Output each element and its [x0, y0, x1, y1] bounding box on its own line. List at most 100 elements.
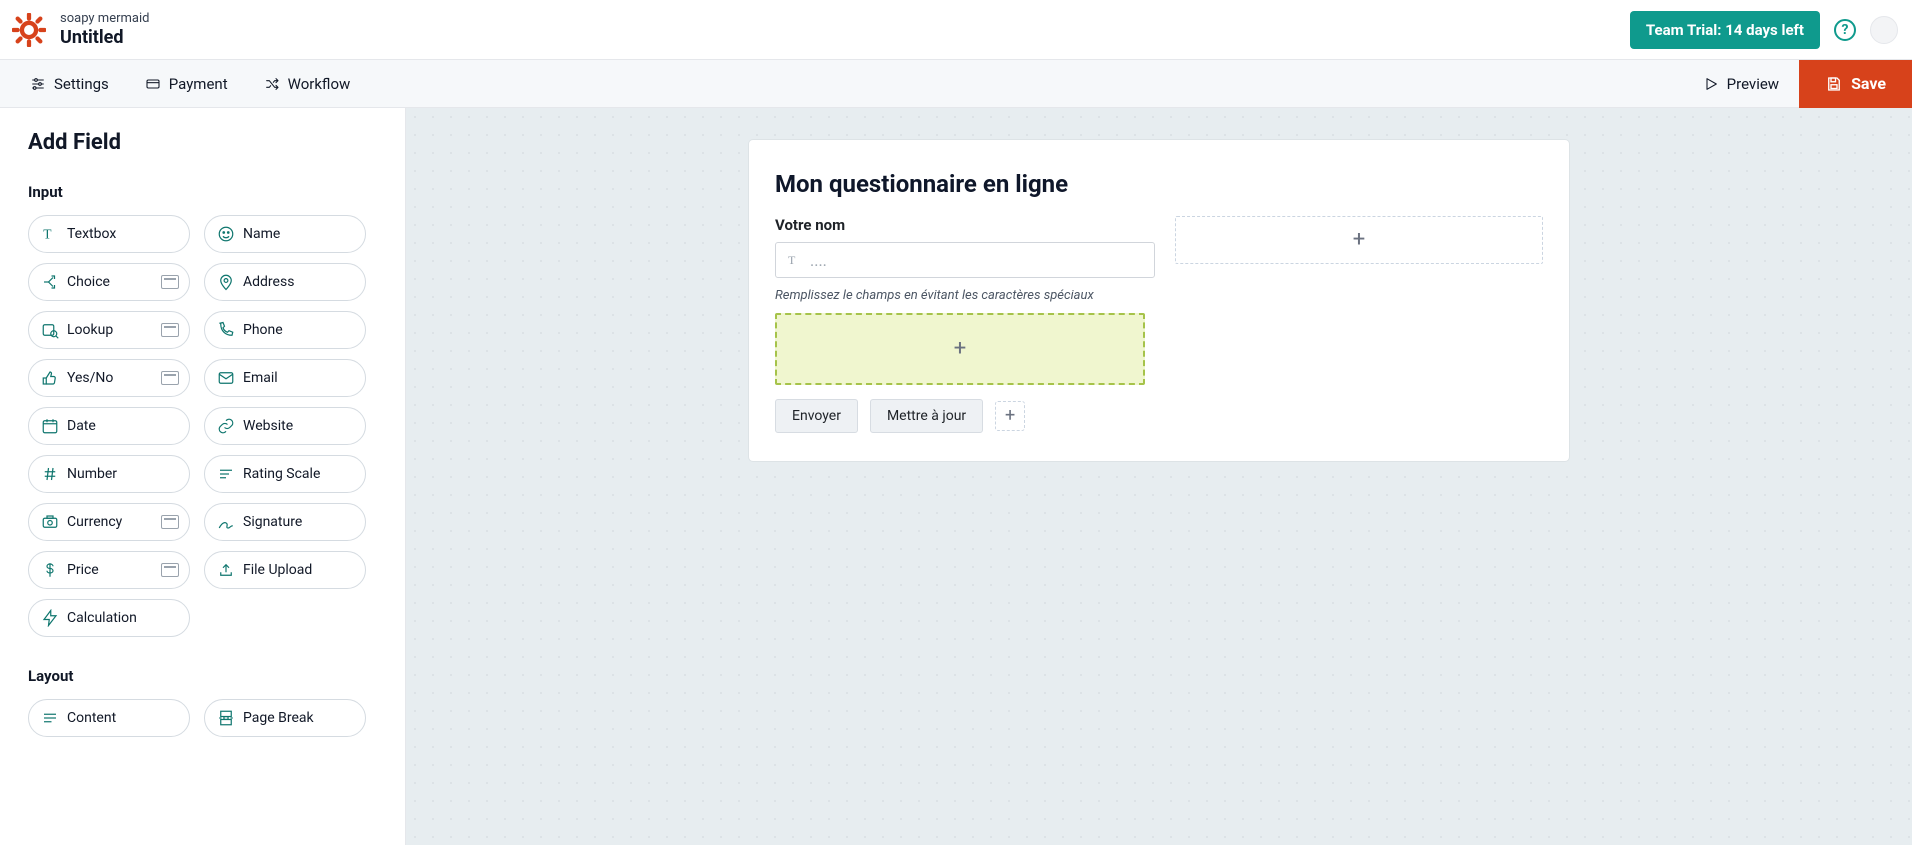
field-website-label: Website: [243, 418, 355, 434]
calendar-icon: [41, 417, 59, 435]
phone-icon: [217, 321, 235, 339]
avatar[interactable]: [1870, 16, 1898, 44]
payment-tab[interactable]: Payment: [127, 75, 246, 93]
field-email[interactable]: Email: [204, 359, 366, 397]
field-choice[interactable]: Choice: [28, 263, 190, 301]
smile-icon: [217, 225, 235, 243]
app-logo: [12, 13, 46, 47]
form-field-votre-nom[interactable]: Votre nom T .... Remplissez le champs en…: [775, 216, 1155, 303]
workspace-name[interactable]: soapy mermaid: [60, 11, 149, 27]
camera-icon: [41, 513, 59, 531]
sliders-icon: [30, 76, 46, 92]
workflow-tab[interactable]: Workflow: [246, 75, 369, 93]
card-indicator-icon: [161, 371, 179, 385]
field-price[interactable]: Price: [28, 551, 190, 589]
titles: soapy mermaid Untitled: [60, 11, 149, 48]
field-lookup[interactable]: Lookup: [28, 311, 190, 349]
form-title[interactable]: Untitled: [60, 27, 149, 49]
field-content-label: Content: [67, 710, 179, 726]
preview-button[interactable]: Preview: [1683, 75, 1799, 93]
field-pagebreak-label: Page Break: [243, 710, 355, 726]
field-name-label: Name: [243, 226, 355, 242]
card-indicator-icon: [161, 563, 179, 577]
sidebar: Add Field Input T Textbox Name Choice Ad…: [0, 108, 406, 845]
field-signature[interactable]: Signature: [204, 503, 366, 541]
field-number[interactable]: Number: [28, 455, 190, 493]
form-title-heading[interactable]: Mon questionnaire en ligne: [775, 170, 1543, 198]
svg-text:T: T: [788, 253, 796, 267]
drop-zone-right[interactable]: +: [1175, 216, 1543, 264]
save-button[interactable]: Save: [1799, 60, 1912, 108]
group-input-label: Input: [28, 183, 377, 201]
field-address-label: Address: [243, 274, 355, 290]
hash-icon: [41, 465, 59, 483]
field-calculation-label: Calculation: [67, 610, 179, 626]
group-layout-label: Layout: [28, 667, 377, 685]
pen-icon: [217, 513, 235, 531]
canvas[interactable]: Mon questionnaire en ligne Votre nom T .…: [406, 108, 1912, 845]
field-date[interactable]: Date: [28, 407, 190, 445]
plus-icon: +: [1005, 407, 1015, 425]
plus-icon: +: [1353, 229, 1365, 251]
settings-tab[interactable]: Settings: [12, 75, 127, 93]
field-website[interactable]: Website: [204, 407, 366, 445]
workflow-label: Workflow: [288, 75, 351, 93]
field-fileupload[interactable]: File Upload: [204, 551, 366, 589]
field-phone-label: Phone: [243, 322, 355, 338]
update-button[interactable]: Mettre à jour: [870, 399, 983, 433]
lookup-icon: [41, 321, 59, 339]
trial-button[interactable]: Team Trial: 14 days left: [1630, 11, 1820, 49]
preview-label: Preview: [1727, 75, 1779, 93]
thumb-icon: [41, 369, 59, 387]
mail-icon: [217, 369, 235, 387]
field-currency-label: Currency: [67, 514, 153, 530]
form-card: Mon questionnaire en ligne Votre nom T .…: [749, 140, 1569, 461]
shuffle-icon: [264, 76, 280, 92]
add-field-heading: Add Field: [28, 130, 377, 155]
drop-zone-below-selected[interactable]: +: [775, 313, 1145, 385]
card-indicator-icon: [161, 275, 179, 289]
topbar: soapy mermaid Untitled Team Trial: 14 da…: [0, 0, 1912, 60]
field-hint: Remplissez le champs en évitant les cara…: [775, 288, 1155, 303]
field-content[interactable]: Content: [28, 699, 190, 737]
dollar-icon: [41, 561, 59, 579]
pagebreak-icon: [217, 709, 235, 727]
text-input[interactable]: T ....: [775, 242, 1155, 278]
field-calculation[interactable]: Calculation: [28, 599, 190, 637]
field-rating[interactable]: Rating Scale: [204, 455, 366, 493]
bars-icon: [217, 465, 235, 483]
card-icon: [145, 76, 161, 92]
field-price-label: Price: [67, 562, 153, 578]
bolt-icon: [41, 609, 59, 627]
plus-icon: +: [954, 338, 966, 360]
field-yesno[interactable]: Yes/No: [28, 359, 190, 397]
card-indicator-icon: [161, 323, 179, 337]
field-choice-label: Choice: [67, 274, 153, 290]
field-currency[interactable]: Currency: [28, 503, 190, 541]
text-icon: T: [41, 225, 59, 243]
settings-label: Settings: [54, 75, 109, 93]
field-number-label: Number: [67, 466, 179, 482]
help-icon[interactable]: ?: [1834, 19, 1856, 41]
field-textbox[interactable]: T Textbox: [28, 215, 190, 253]
field-date-label: Date: [67, 418, 179, 434]
save-label: Save: [1851, 74, 1886, 93]
field-fileupload-label: File Upload: [243, 562, 355, 578]
submit-button[interactable]: Envoyer: [775, 399, 858, 433]
field-signature-label: Signature: [243, 514, 355, 530]
payment-label: Payment: [169, 75, 228, 93]
field-email-label: Email: [243, 370, 355, 386]
field-phone[interactable]: Phone: [204, 311, 366, 349]
field-name[interactable]: Name: [204, 215, 366, 253]
card-indicator-icon: [161, 515, 179, 529]
field-lookup-label: Lookup: [67, 322, 153, 338]
svg-text:T: T: [43, 227, 52, 242]
toolbar: Settings Payment Workflow Preview Save: [0, 60, 1912, 108]
lines-icon: [41, 709, 59, 727]
field-address[interactable]: Address: [204, 263, 366, 301]
add-button-square[interactable]: +: [995, 401, 1025, 431]
field-pagebreak[interactable]: Page Break: [204, 699, 366, 737]
save-icon: [1825, 75, 1843, 93]
text-input-placeholder: ....: [810, 251, 827, 270]
play-icon: [1703, 76, 1719, 92]
